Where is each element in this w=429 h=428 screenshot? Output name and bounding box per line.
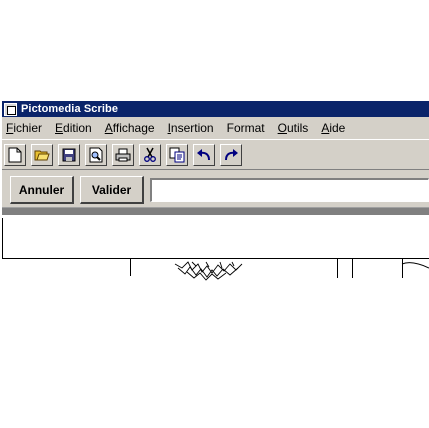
print-preview-button[interactable]: [85, 143, 107, 166]
copy-button[interactable]: [166, 143, 188, 166]
open-button[interactable]: [31, 143, 53, 166]
title-bar[interactable]: Pictomedia Scribe: [2, 101, 429, 117]
window-title: Pictomedia Scribe: [21, 103, 119, 115]
new-document-button[interactable]: [4, 143, 26, 166]
edit-input[interactable]: [150, 178, 429, 202]
drawing-canvas[interactable]: [2, 218, 429, 301]
menu-edition[interactable]: Edition: [55, 121, 92, 135]
redo-button[interactable]: [220, 143, 242, 166]
save-button[interactable]: [58, 143, 80, 166]
validate-button[interactable]: Valider: [80, 176, 144, 204]
cancel-button[interactable]: Annuler: [10, 176, 74, 204]
redo-icon: [225, 148, 238, 160]
undo-button[interactable]: [193, 143, 215, 166]
copy-icon: [169, 147, 185, 162]
edit-bar: Annuler Valider: [2, 173, 429, 207]
menu-insertion[interactable]: Insertion: [168, 121, 214, 135]
app-icon[interactable]: [4, 102, 17, 116]
menu-aide[interactable]: Aide: [321, 121, 345, 135]
undo-icon: [197, 148, 210, 160]
toolbar: [2, 139, 429, 169]
canvas-drawing: [2, 218, 429, 281]
canvas-curve: [401, 262, 429, 269]
menu-bar: Fichier Edition Affichage Insertion Form…: [2, 117, 429, 139]
menu-affichage[interactable]: Affichage: [105, 121, 155, 135]
cut-icon: [144, 147, 156, 162]
menu-fichier[interactable]: Fichier: [6, 121, 42, 135]
print-button[interactable]: [112, 143, 134, 166]
menu-format[interactable]: Format: [227, 121, 265, 135]
cut-button[interactable]: [139, 143, 161, 166]
print-preview-icon: [89, 147, 103, 162]
new-document-icon: [8, 147, 22, 162]
save-icon: [62, 148, 76, 161]
ruler-bar: [2, 207, 429, 215]
app-window: Pictomedia Scribe Fichier Edition Affich…: [2, 101, 429, 301]
tree-sketch: [174, 261, 243, 281]
print-icon: [115, 148, 131, 161]
menu-outils[interactable]: Outils: [278, 121, 309, 135]
open-folder-icon: [34, 150, 50, 160]
